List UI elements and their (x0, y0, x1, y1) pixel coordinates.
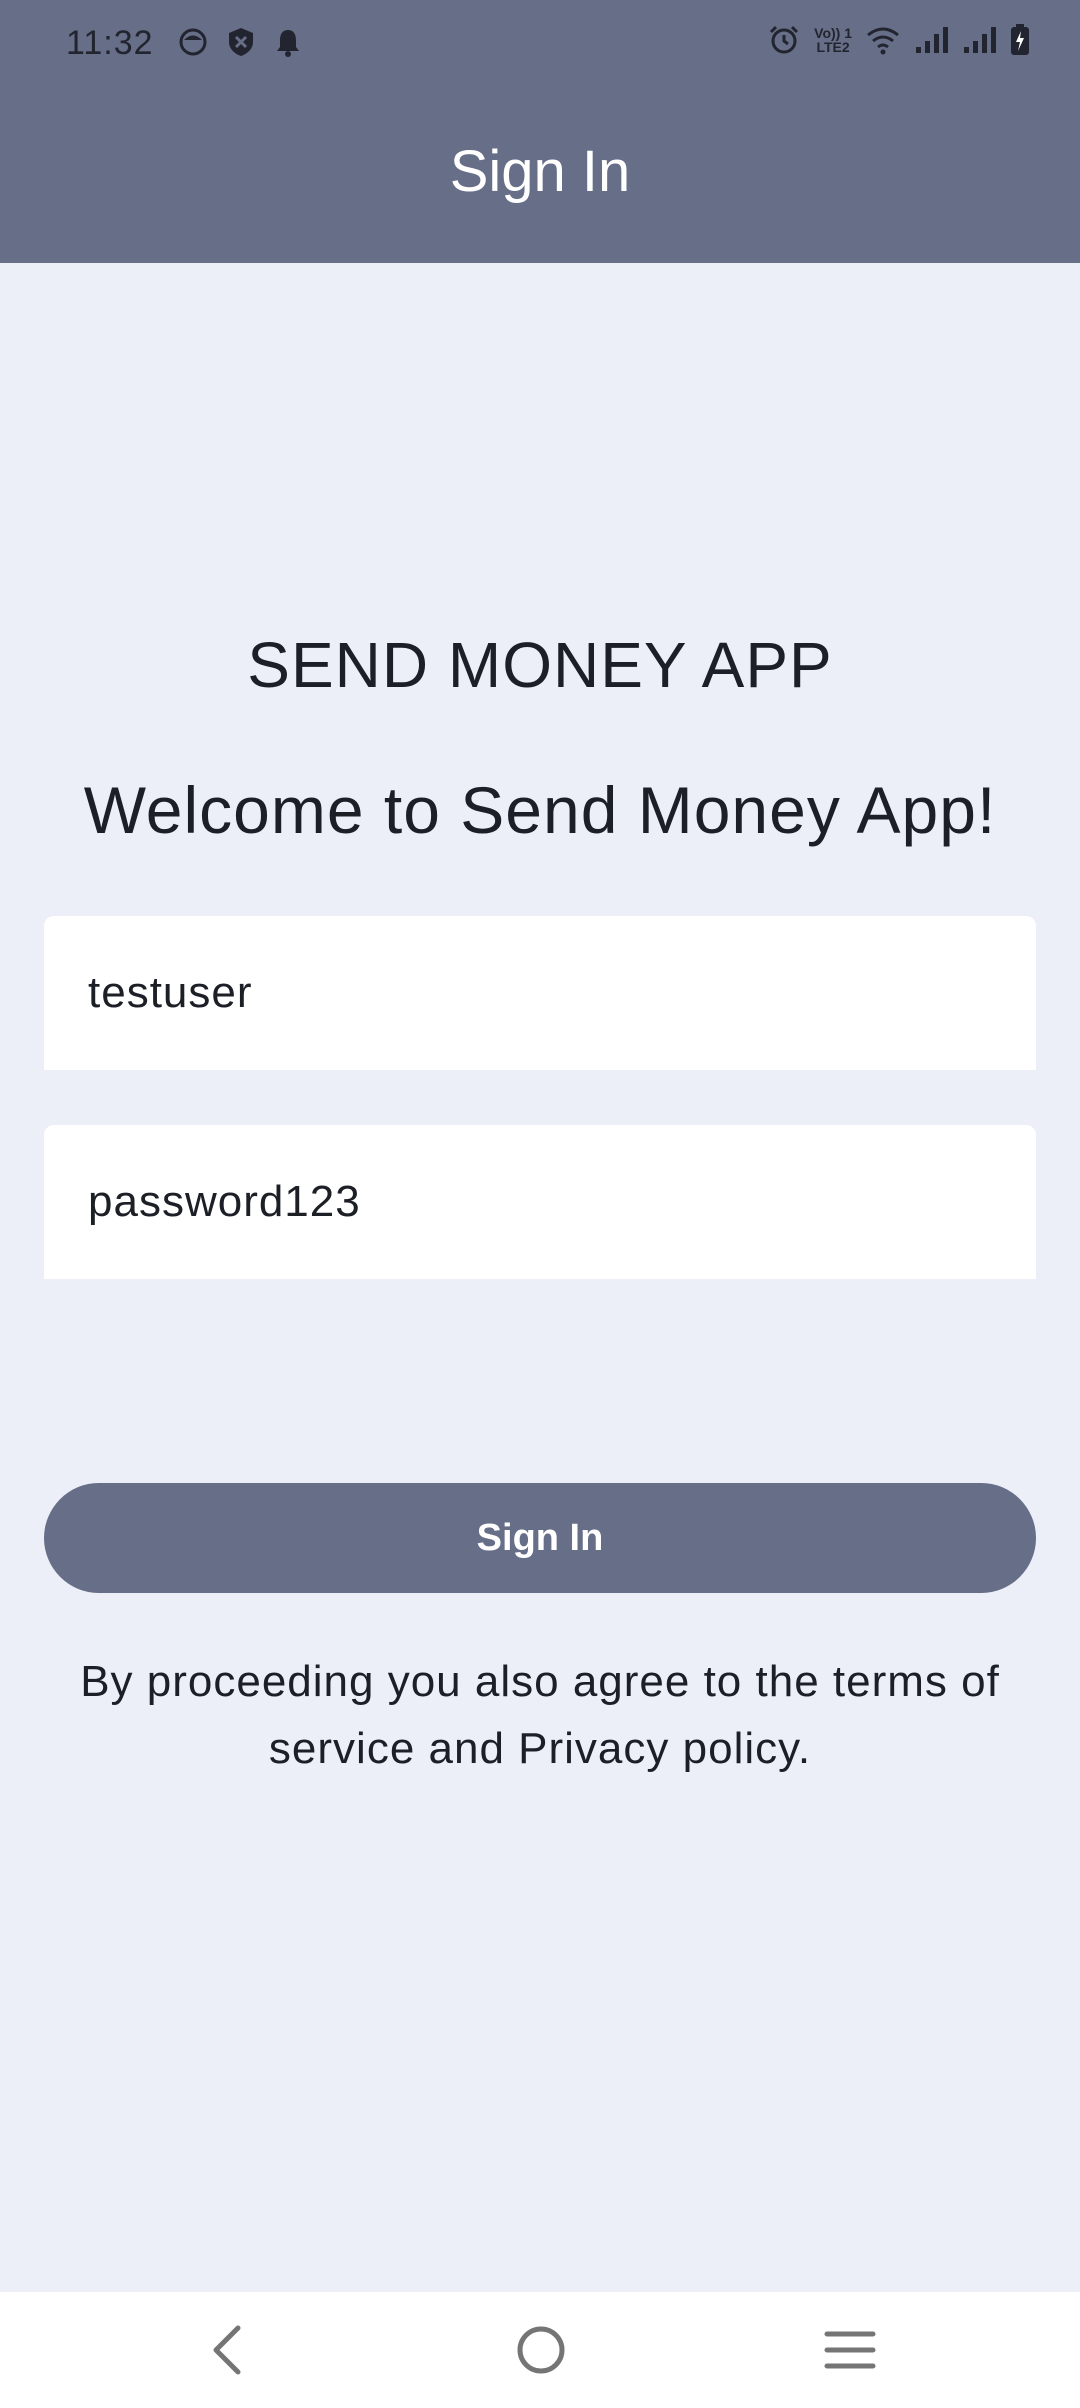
status-bar: 11:32 Vo)) 1 LTE2 (0, 0, 1080, 90)
nav-recents-button[interactable] (814, 2314, 886, 2386)
battery-charging-icon (1011, 24, 1029, 55)
nav-home-button[interactable] (505, 2314, 577, 2386)
alarm-icon (770, 25, 799, 54)
page-title: Sign In (449, 139, 631, 204)
volte-line1: Vo)) 1 (814, 25, 852, 41)
shield-x-icon (229, 28, 253, 56)
welcome-heading: Welcome to Send Money App! (83, 773, 997, 847)
bell-icon (277, 30, 299, 57)
status-left-icons (178, 26, 302, 58)
wifi-icon (867, 27, 899, 55)
recents-menu-icon (824, 2331, 876, 2369)
signal-icon (964, 27, 996, 53)
signal-icon (916, 27, 948, 53)
volte-icon: Vo)) 1 LTE2 (814, 26, 852, 54)
back-icon (213, 2325, 241, 2375)
password-field[interactable] (44, 1125, 1036, 1279)
sign-in-screen: 11:32 Vo)) 1 LTE2 Sign In SEND MONEY APP… (0, 0, 1080, 2408)
volte-line2: LTE2 (816, 39, 850, 55)
status-time: 11:32 (66, 24, 154, 62)
status-right-icons: Vo)) 1 LTE2 (768, 24, 1030, 56)
nav-back-button[interactable] (192, 2314, 264, 2386)
face-icon (179, 28, 207, 56)
sign-in-button[interactable]: Sign In (44, 1483, 1036, 1593)
home-icon (517, 2326, 565, 2374)
terms-text: By proceeding you also agree to the term… (80, 1657, 1000, 1773)
system-nav-bar (0, 2292, 1080, 2408)
username-field[interactable] (44, 916, 1036, 1070)
app-name-heading: SEND MONEY APP (247, 629, 833, 701)
app-bar: 11:32 Vo)) 1 LTE2 Sign In (0, 0, 1080, 263)
